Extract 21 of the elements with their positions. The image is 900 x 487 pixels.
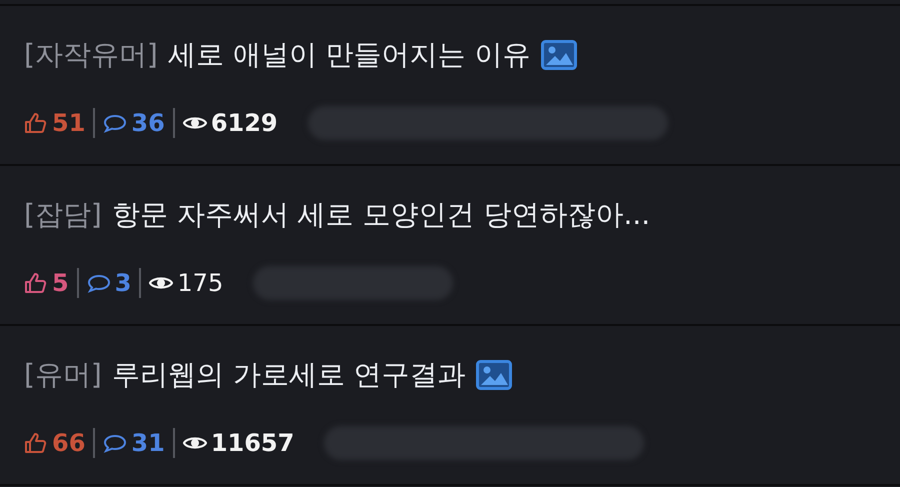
like-count: 51 [52,109,86,137]
post-title[interactable]: 루리웹의 가로세로 연구결과 [112,356,466,394]
thumbs-up-icon [24,272,48,294]
comment-count: 3 [114,269,132,297]
comment-count: 31 [131,429,165,457]
post-title[interactable]: 항문 자주써서 세로 모양인건 당연하잖아... [112,196,650,234]
speech-bubble-icon [103,112,128,134]
like-count: 5 [52,269,69,297]
thumbs-up-icon [24,112,48,134]
like-count: 66 [52,429,86,457]
post-category: [잡담] [24,197,102,233]
view-count: 175 [177,269,224,297]
thumbs-up-icon [24,432,48,454]
speech-bubble-icon [103,432,128,454]
speech-bubble-icon [86,272,111,294]
post-title[interactable]: 세로 애널이 만들어지는 이유 [168,36,531,74]
post-category: [유머] [24,357,102,393]
comment-count: 36 [131,109,165,137]
post-category: [자작유머] [24,37,158,73]
view-count: 11657 [210,429,294,457]
view-count: 6129 [210,109,278,137]
